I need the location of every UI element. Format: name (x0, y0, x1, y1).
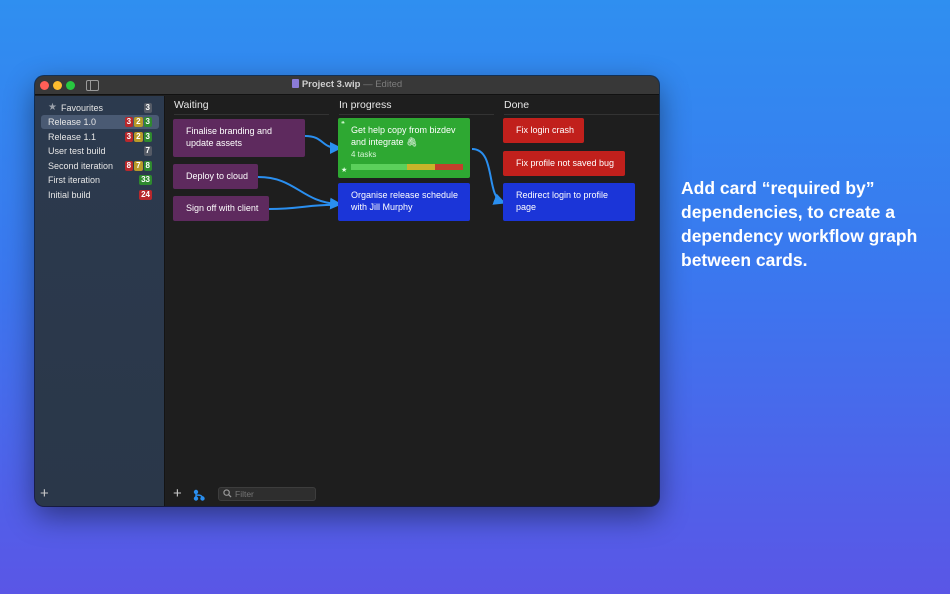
yellow-count-badge: 2 (134, 117, 143, 127)
sidebar-item-favourites[interactable]: ★ Favourites 3 (41, 101, 159, 115)
card-fix-login-crash[interactable]: Fix login crash (503, 118, 584, 143)
yellow-count-badge: 7 (134, 161, 143, 171)
title-bar: Project 3.wip — Edited (35, 76, 659, 95)
card-get-help-copy[interactable]: ❝ Get help copy from bizdev and integrat… (338, 118, 470, 178)
add-list-icon[interactable]: + (40, 486, 52, 501)
card-fix-profile-bug[interactable]: Fix profile not saved bug (503, 151, 625, 176)
count-badge: 3 (143, 103, 152, 113)
green-count-badge: 3 (143, 132, 152, 142)
green-count-badge: 3 (143, 117, 152, 127)
card-finalise-branding[interactable]: Finalise branding and update assets (173, 119, 305, 157)
filter-placeholder: Filter (235, 489, 254, 499)
progress-blocked (435, 164, 463, 170)
count-badges: 7 (143, 146, 152, 156)
sidebar: ★ Favourites 3 Release 1.0 3 2 3 Release… (35, 96, 165, 506)
card-redirect-login[interactable]: Redirect login to profile page (503, 183, 635, 221)
card-title: Get help copy from bizdev and integrate … (351, 125, 456, 147)
sidebar-item-release-1-1[interactable]: Release 1.1 3 2 3 (41, 130, 159, 144)
column-header-waiting: Waiting (174, 99, 329, 115)
dependency-link (304, 135, 342, 154)
filter-input[interactable]: Filter (218, 487, 316, 501)
red-count-badge: 24 (139, 190, 152, 200)
count-badges: 33 (139, 175, 152, 185)
progress-done (351, 164, 407, 170)
star-icon: ★ (48, 102, 57, 113)
green-count-badge: 8 (143, 161, 152, 171)
card-organise-release-schedule[interactable]: Organise release schedule with Jill Murp… (338, 183, 470, 221)
red-count-badge: 3 (124, 132, 134, 142)
app-window: Project 3.wip — Edited ★ Favourites 3 Re… (35, 76, 659, 506)
sidebar-item-release-1-0[interactable]: Release 1.0 3 2 3 (41, 115, 159, 129)
feature-caption: Add card “required by” dependencies, to … (681, 178, 918, 270)
sidebar-item-second-iteration[interactable]: Second iteration 8 7 8 (41, 159, 159, 173)
count-badge: 7 (143, 146, 152, 156)
card-deploy-to-cloud[interactable]: Deploy to cloud (173, 164, 258, 189)
column-header-done: Done (504, 99, 659, 115)
column-header-in-progress: In progress (339, 99, 494, 115)
dependency-tree-icon[interactable] (193, 489, 205, 501)
green-count-badge: 33 (139, 175, 152, 185)
kanban-board: Waiting In progress Done Finalise brandi… (166, 96, 659, 506)
red-count-badge: 3 (124, 117, 134, 127)
count-badges: 3 (143, 103, 152, 113)
count-badges: 3 2 3 (124, 117, 152, 127)
count-badges: 24 (139, 190, 152, 200)
count-badges: 8 7 8 (124, 161, 152, 171)
sidebar-item-initial-build[interactable]: Initial build 24 (41, 188, 159, 202)
card-sign-off-with-client[interactable]: Sign off with client (173, 196, 269, 221)
sidebar-item-first-iteration[interactable]: First iteration 33 (41, 173, 159, 187)
count-badges: 3 2 3 (124, 132, 152, 142)
task-progress-bar (351, 164, 463, 170)
sidebar-item-user-test-build[interactable]: User test build 7 (41, 144, 159, 158)
dependency-link (268, 203, 339, 210)
red-count-badge: 8 (124, 161, 134, 171)
card-task-count: 4 tasks (351, 150, 377, 159)
star-icon: ★ (341, 167, 348, 174)
progress-partial (407, 164, 435, 170)
search-icon (223, 489, 232, 498)
yellow-count-badge: 2 (134, 132, 143, 142)
quote-icon: ❝ (341, 121, 345, 128)
window-title: Project 3.wip — Edited (35, 79, 659, 90)
document-icon (291, 79, 299, 88)
edited-status: Edited (375, 79, 403, 90)
add-card-icon[interactable]: + (173, 486, 182, 502)
dependency-link (257, 176, 342, 210)
bottom-toolbar: + Filter (166, 484, 659, 506)
dependency-link (471, 148, 506, 205)
